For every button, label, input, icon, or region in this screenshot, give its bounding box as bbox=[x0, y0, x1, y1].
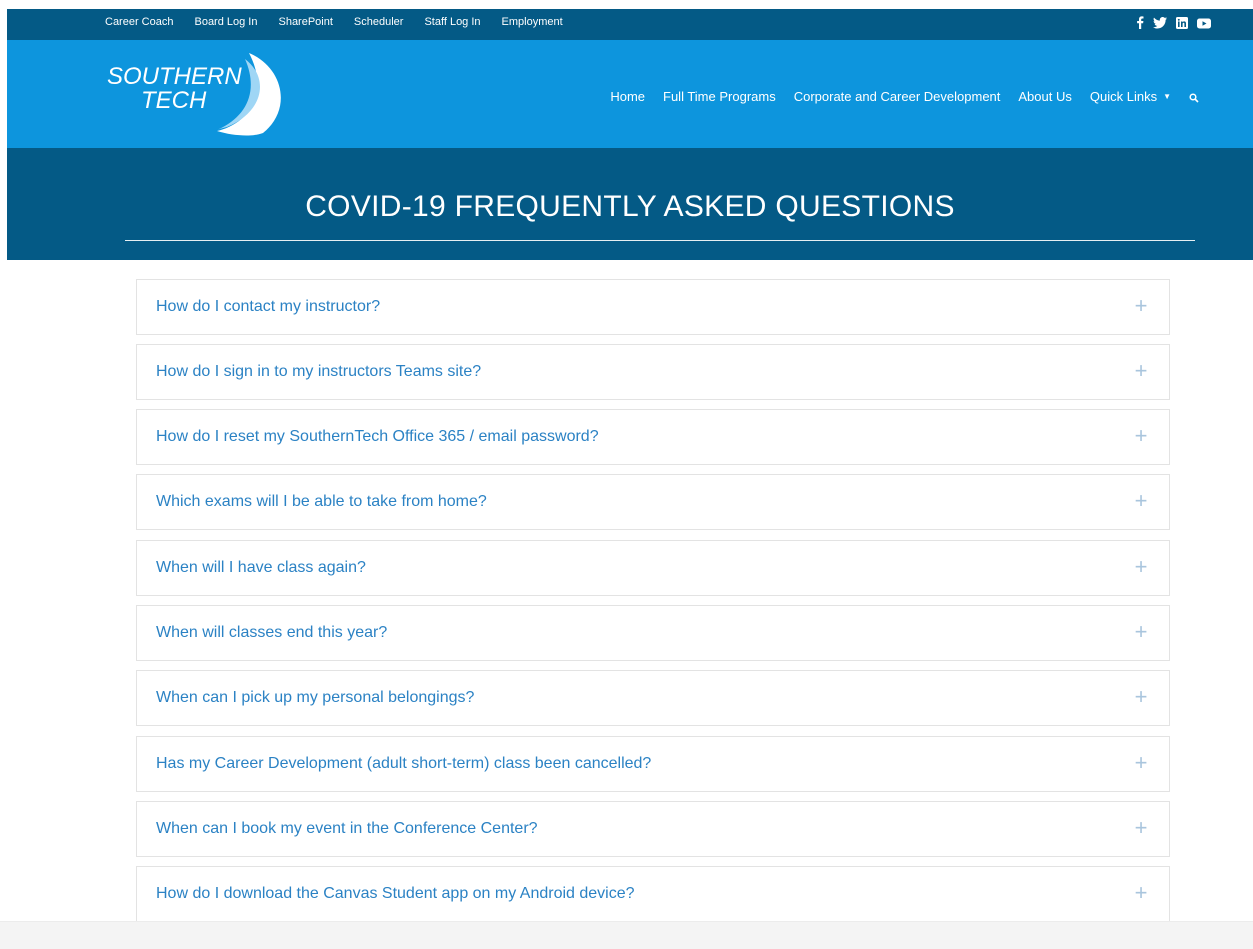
utility-link-employment[interactable]: Employment bbox=[502, 16, 563, 28]
plus-icon[interactable]: + bbox=[1131, 752, 1151, 774]
faq-question: How do I contact my instructor? bbox=[156, 298, 381, 315]
faq-question: How do I sign in to my instructors Teams… bbox=[156, 363, 482, 380]
faq-item-canvas-android[interactable]: How do I download the Canvas Student app… bbox=[136, 866, 1170, 922]
linkedin-icon[interactable] bbox=[1176, 16, 1188, 34]
logo-text-southern: SOUTHERN bbox=[107, 63, 242, 90]
plus-icon[interactable]: + bbox=[1131, 686, 1151, 708]
plus-icon[interactable]: + bbox=[1131, 621, 1151, 643]
nav-full-time-programs[interactable]: Full Time Programs bbox=[663, 89, 776, 104]
utility-link-board-log-in[interactable]: Board Log In bbox=[194, 16, 257, 28]
faq-question: When will I have class again? bbox=[156, 559, 366, 576]
title-banner: COVID-19 FREQUENTLY ASKED QUESTIONS bbox=[7, 148, 1253, 260]
main-nav: Home Full Time Programs Corporate and Ca… bbox=[610, 89, 1203, 104]
faq-question: Which exams will I be able to take from … bbox=[156, 493, 487, 510]
faq-question: When can I pick up my personal belonging… bbox=[156, 689, 475, 706]
faq-item-contact-instructor[interactable]: How do I contact my instructor? + bbox=[136, 279, 1170, 335]
plus-icon[interactable]: + bbox=[1131, 295, 1151, 317]
faq-item-exams-from-home[interactable]: Which exams will I be able to take from … bbox=[136, 474, 1170, 530]
faq-item-teams-sign-in[interactable]: How do I sign in to my instructors Teams… bbox=[136, 344, 1170, 400]
faq-question: How do I download the Canvas Student app… bbox=[156, 885, 635, 902]
bottom-scroll-fade bbox=[0, 921, 1253, 949]
logo-text-tech: TECH bbox=[141, 87, 207, 114]
plus-icon[interactable]: + bbox=[1131, 882, 1151, 904]
faq-item-reset-password[interactable]: How do I reset my SouthernTech Office 36… bbox=[136, 409, 1170, 465]
nav-home[interactable]: Home bbox=[610, 89, 645, 104]
nav-about-us[interactable]: About Us bbox=[1018, 89, 1071, 104]
utility-link-scheduler[interactable]: Scheduler bbox=[354, 16, 404, 28]
plus-icon[interactable]: + bbox=[1131, 817, 1151, 839]
utility-bar: Career Coach Board Log In SharePoint Sch… bbox=[7, 9, 1253, 40]
social-links bbox=[1136, 16, 1211, 34]
faq-question: Has my Career Development (adult short-t… bbox=[156, 755, 652, 772]
faq-item-conference-center[interactable]: When can I book my event in the Conferen… bbox=[136, 801, 1170, 857]
utility-links: Career Coach Board Log In SharePoint Sch… bbox=[105, 9, 563, 34]
utility-link-staff-log-in[interactable]: Staff Log In bbox=[424, 16, 480, 28]
faq-item-career-development-cancelled[interactable]: Has my Career Development (adult short-t… bbox=[136, 736, 1170, 792]
facebook-icon[interactable] bbox=[1136, 16, 1144, 34]
southern-tech-logo[interactable]: SOUTHERN TECH bbox=[105, 53, 295, 137]
youtube-icon[interactable] bbox=[1197, 16, 1211, 34]
faq-question: When can I book my event in the Conferen… bbox=[156, 820, 538, 837]
faq-item-personal-belongings[interactable]: When can I pick up my personal belonging… bbox=[136, 670, 1170, 726]
faq-question: How do I reset my SouthernTech Office 36… bbox=[156, 428, 599, 445]
search-icon[interactable] bbox=[1189, 90, 1203, 104]
utility-link-sharepoint[interactable]: SharePoint bbox=[278, 16, 332, 28]
page-title: COVID-19 FREQUENTLY ASKED QUESTIONS bbox=[305, 190, 955, 223]
plus-icon[interactable]: + bbox=[1131, 556, 1151, 578]
nav-quick-links[interactable]: Quick Links ▼ bbox=[1090, 89, 1171, 104]
plus-icon[interactable]: + bbox=[1131, 360, 1151, 382]
title-divider bbox=[125, 240, 1195, 241]
faq-question: When will classes end this year? bbox=[156, 624, 388, 641]
nav-corporate-career-development[interactable]: Corporate and Career Development bbox=[794, 89, 1001, 104]
utility-link-career-coach[interactable]: Career Coach bbox=[105, 16, 173, 28]
caret-down-icon: ▼ bbox=[1163, 92, 1171, 101]
twitter-icon[interactable] bbox=[1153, 16, 1167, 34]
faq-item-class-again[interactable]: When will I have class again? + bbox=[136, 540, 1170, 596]
plus-icon[interactable]: + bbox=[1131, 490, 1151, 512]
main-header: SOUTHERN TECH Home Full Time Programs Co… bbox=[7, 40, 1253, 148]
nav-quick-links-label: Quick Links bbox=[1089, 89, 1158, 104]
plus-icon[interactable]: + bbox=[1131, 425, 1151, 447]
faq-item-classes-end[interactable]: When will classes end this year? + bbox=[136, 605, 1170, 661]
